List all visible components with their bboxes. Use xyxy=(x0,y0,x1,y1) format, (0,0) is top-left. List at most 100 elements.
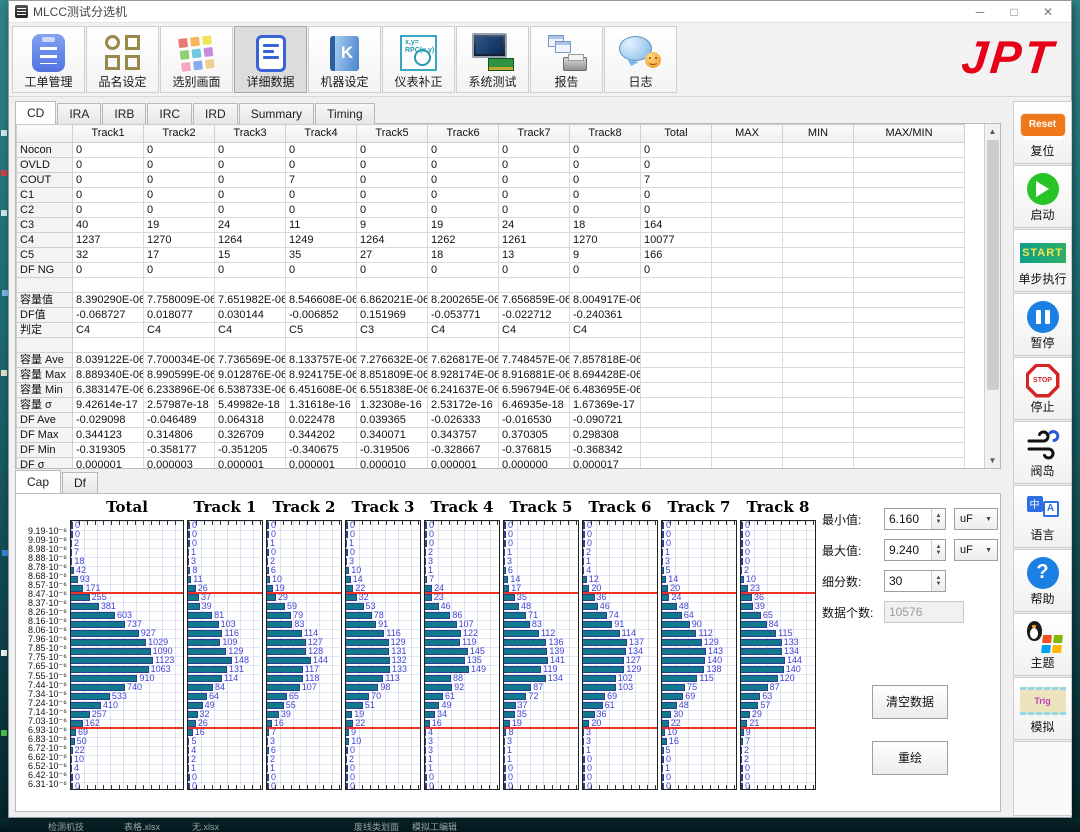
table-cell: -0.328667 xyxy=(428,443,499,458)
histogram-bar xyxy=(504,603,519,610)
histogram-bar xyxy=(583,621,612,628)
column-header: Total xyxy=(641,125,712,143)
max-unit-dropdown[interactable]: uF▼ xyxy=(954,539,998,561)
histogram-bar xyxy=(741,558,743,565)
table-cell: 0 xyxy=(499,158,570,173)
toolbar-button-work-order[interactable]: 工单管理 xyxy=(12,26,85,93)
theme-icon xyxy=(1024,621,1062,653)
histogram-track-7: 0001351420244864901121291431401381157569… xyxy=(661,520,737,790)
spinner-arrows-icon[interactable]: ▲▼ xyxy=(931,540,945,560)
histogram-bar xyxy=(71,594,90,601)
table-cell xyxy=(641,278,712,293)
table-scrollbar[interactable]: ▲ ▼ xyxy=(984,124,1000,468)
histogram-bar xyxy=(267,576,270,583)
table-cell xyxy=(783,278,854,293)
table-cell: -0.046489 xyxy=(144,413,215,428)
tab-ird[interactable]: IRD xyxy=(193,103,238,124)
min-value-input[interactable]: 6.160▲▼ xyxy=(884,508,946,530)
histogram-bar xyxy=(662,729,665,736)
subtab-df[interactable]: Df xyxy=(62,472,98,493)
table-cell xyxy=(854,398,965,413)
max-value-input[interactable]: 9.240▲▼ xyxy=(884,539,946,561)
scroll-up-arrow[interactable]: ▲ xyxy=(985,124,1000,139)
minimize-button[interactable]: ─ xyxy=(963,5,997,19)
row-header: OVLD xyxy=(17,158,73,173)
table-cell: -0.026333 xyxy=(428,413,499,428)
histogram-bar xyxy=(267,747,269,754)
table-cell: 0.064318 xyxy=(215,413,286,428)
toolbar-button-sorting-screen[interactable]: 选别画面 xyxy=(160,26,233,93)
results-table: Track1Track2Track3Track4Track5Track6Trac… xyxy=(16,124,965,469)
histogram-bar xyxy=(267,540,268,547)
min-unit-dropdown[interactable]: uF▼ xyxy=(954,508,998,530)
table-cell: 0 xyxy=(357,173,428,188)
bar-value-label: 114 xyxy=(224,674,238,683)
table-cell: 0 xyxy=(215,143,286,158)
histogram-bar xyxy=(583,783,585,790)
table-cell: 0 xyxy=(570,188,641,203)
reset-button[interactable]: Reset 复位 xyxy=(1013,101,1072,164)
chart-title: Track 3 xyxy=(345,498,421,520)
pause-button[interactable]: 暂停 xyxy=(1013,293,1072,356)
close-button[interactable]: ✕ xyxy=(1031,5,1065,19)
table-cell: 2.53172e-16 xyxy=(428,398,499,413)
histogram-bar xyxy=(741,765,743,772)
maximize-button[interactable]: □ xyxy=(997,5,1031,19)
tab-timing[interactable]: Timing xyxy=(315,103,375,124)
histogram-bar xyxy=(504,756,505,763)
histogram-bar xyxy=(71,639,146,646)
histogram-bar xyxy=(188,540,190,547)
row-header: C1 xyxy=(17,188,73,203)
table-cell: 0 xyxy=(357,158,428,173)
single-step-button[interactable]: START 单步执行 xyxy=(1013,229,1072,292)
subtab-cap[interactable]: Cap xyxy=(15,470,61,493)
spinner-arrows-icon[interactable]: ▲▼ xyxy=(931,571,945,591)
toolbar-button-machine-settings[interactable]: K 机器设定 xyxy=(308,26,381,93)
language-button[interactable]: 中A 语言 xyxy=(1013,485,1072,548)
histogram-bar xyxy=(346,639,389,646)
bins-input[interactable]: 30▲▼ xyxy=(884,570,946,592)
histogram-bar xyxy=(504,567,506,574)
table-cell xyxy=(783,173,854,188)
valve-island-button[interactable]: 阀岛 xyxy=(1013,421,1072,484)
histogram-bar xyxy=(425,783,427,790)
histogram-bar xyxy=(741,567,742,574)
theme-button[interactable]: 主题 xyxy=(1013,613,1072,676)
tab-cd[interactable]: CD xyxy=(15,101,56,124)
start-run-button[interactable]: 启动 xyxy=(1013,165,1072,228)
table-cell: 8.889340E-06 xyxy=(73,368,144,383)
scrollbar-thumb[interactable] xyxy=(987,140,999,390)
histogram-bar xyxy=(188,630,222,637)
clear-data-button[interactable]: 清空数据 xyxy=(872,685,948,719)
histogram-bar xyxy=(188,711,198,718)
toolbar-button-system-test[interactable]: 系统测试 xyxy=(456,26,529,93)
spinner-arrows-icon[interactable]: ▲▼ xyxy=(931,509,945,529)
toolbar-button-detail-data[interactable]: 详细数据 xyxy=(234,26,307,93)
limit-line-upper xyxy=(662,592,736,594)
toolbar-button-product-name[interactable]: 品名设定 xyxy=(86,26,159,93)
tab-ira[interactable]: IRA xyxy=(57,103,101,124)
histogram-bar xyxy=(188,657,232,664)
redraw-button[interactable]: 重绘 xyxy=(872,741,948,775)
table-cell: 8.004917E-06 xyxy=(570,293,641,308)
help-button[interactable]: ? 帮助 xyxy=(1013,549,1072,612)
simulate-button[interactable]: Trig 模拟 xyxy=(1013,677,1072,740)
tab-irc[interactable]: IRC xyxy=(147,103,192,124)
histogram-bar xyxy=(71,756,72,763)
table-cell: 15 xyxy=(215,248,286,263)
table-cell: -0.029098 xyxy=(73,413,144,428)
table-row: DF Ave-0.029098-0.0464890.0643180.022478… xyxy=(17,413,965,428)
tab-irb[interactable]: IRB xyxy=(102,103,146,124)
table-cell: 0 xyxy=(73,173,144,188)
toolbar-button-report[interactable]: 报告 xyxy=(530,26,603,93)
start-icon: START xyxy=(1020,243,1066,263)
table-cell xyxy=(854,308,965,323)
tab-summary[interactable]: Summary xyxy=(239,103,314,124)
toolbar-button-log[interactable]: 日志 xyxy=(604,26,677,93)
histogram-bar xyxy=(504,612,526,619)
toolbar-button-meter-calibration[interactable]: x,y=RPC(x,y) 仪表补正 xyxy=(382,26,455,93)
table-cell: 0 xyxy=(428,143,499,158)
histogram-bar xyxy=(583,522,585,529)
scroll-down-arrow[interactable]: ▼ xyxy=(985,453,1000,468)
stop-button[interactable]: STOP 停止 xyxy=(1013,357,1072,420)
